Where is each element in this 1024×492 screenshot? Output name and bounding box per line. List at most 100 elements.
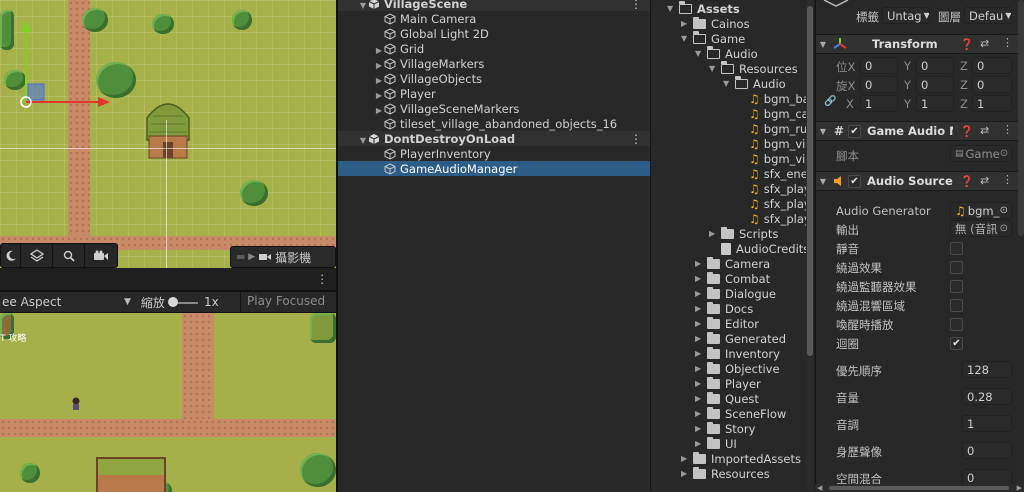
script-field[interactable]: ▤ Game ⊙ (950, 145, 1012, 162)
project-folder-item[interactable]: ▶ Story (695, 421, 755, 436)
hierarchy-row[interactable]: ▶ VillageMarkers (338, 56, 650, 71)
project-audio-item[interactable]: ♫sfx_enemy_ (737, 166, 814, 181)
project-folder-item[interactable]: ▶ Dialogue (695, 286, 776, 301)
project-folder-item[interactable]: ▶ Camera (695, 256, 770, 271)
scene-view[interactable]: ═ ▶ 攝影機 (0, 0, 336, 268)
foldout-collapsed-icon[interactable]: ▶ (695, 379, 707, 388)
project-scrollbar[interactable] (806, 0, 814, 492)
hierarchy-scene-row[interactable]: ▼ DontDestroyOnLoad ⋮ (338, 131, 650, 146)
play-focused-dropdown[interactable]: Play Focused (240, 292, 336, 312)
search-icon[interactable] (53, 243, 85, 268)
project-folder-item[interactable]: ▶ SceneFlow (695, 406, 786, 421)
audio-generator-field[interactable]: ♫ bgm_ ⊙ (950, 202, 1012, 219)
audio-source-header[interactable]: ▼ ✔ Audio Source (816, 171, 1024, 191)
moon-icon[interactable] (1, 243, 21, 268)
audio-toggle-checkbox[interactable] (950, 242, 963, 255)
project-folder-item[interactable]: ▼ Audio (723, 76, 786, 91)
layer-dropdown[interactable]: Defau ▼ (964, 7, 1012, 24)
hierarchy-row[interactable]: ▶ Grid (338, 41, 650, 56)
audio-toggle-checkbox[interactable] (950, 261, 963, 274)
project-folder-item[interactable]: ▶ Docs (695, 301, 753, 316)
position-z-field[interactable]: 0 (972, 57, 1012, 74)
project-audio-item[interactable]: ♫bgm_ruins (737, 121, 814, 136)
foldout-collapsed-icon[interactable]: ▶ (681, 454, 693, 463)
foldout-collapsed-icon[interactable]: ▶ (374, 91, 384, 100)
kebab-menu-icon[interactable]: ⋮ (1002, 173, 1013, 186)
project-audio-item[interactable]: ♫sfx_player_ (737, 196, 814, 211)
hierarchy-row[interactable]: ▶ Player (338, 86, 650, 101)
audio-toggle-checkbox[interactable] (950, 318, 963, 331)
inspector-scroll-thumb[interactable] (829, 486, 1009, 490)
foldout-expanded-icon[interactable]: ▼ (695, 49, 707, 58)
scroll-right-icon[interactable]: ▶ (1017, 484, 1022, 492)
camera-overlay-button[interactable]: ═ ▶ 攝影機 (230, 246, 336, 268)
project-scroll-thumb[interactable] (807, 6, 813, 356)
inspector-scrollbar[interactable] (1018, 0, 1024, 236)
zoom-slider-handle[interactable] (168, 297, 178, 307)
foldout-expanded-icon[interactable]: ▼ (667, 4, 679, 13)
project-folder-item[interactable]: ▶ Inventory (695, 346, 780, 361)
help-icon[interactable]: ❓ (960, 175, 974, 188)
game-audio-manager-header[interactable]: ▼ # ✔ Game Audio M (816, 121, 1024, 141)
audio-number-field[interactable]: 0 (962, 442, 1012, 459)
project-folder-item[interactable]: ▶ Resources (681, 466, 770, 481)
project-audio-item[interactable]: ♫bgm_village (737, 136, 814, 151)
foldout-expanded-icon[interactable]: ▼ (681, 34, 693, 43)
position-x-field[interactable]: 0 (860, 57, 898, 74)
foldout-collapsed-icon[interactable]: ▶ (695, 424, 707, 433)
hierarchy-row[interactable]: Global Light 2D (338, 26, 650, 41)
project-audio-item[interactable]: ♫bgm_village (737, 151, 814, 166)
foldout-collapsed-icon[interactable]: ▶ (695, 334, 707, 343)
component-enabled-checkbox[interactable]: ✔ (848, 124, 861, 138)
foldout-collapsed-icon[interactable]: ▶ (695, 394, 707, 403)
foldout-collapsed-icon[interactable]: ▶ (374, 61, 384, 70)
project-folder-item[interactable]: ▶ Generated (695, 331, 786, 346)
object-picker-icon[interactable]: ⊙ (1000, 205, 1008, 216)
project-folder-item[interactable]: ▼ Game (681, 31, 745, 46)
object-picker-icon[interactable]: ⊙ (1000, 148, 1008, 159)
audio-number-field[interactable]: 0.28 (962, 388, 1012, 405)
foldout-collapsed-icon[interactable]: ▶ (695, 364, 707, 373)
project-audio-item[interactable]: ♫sfx_player_ (737, 211, 814, 226)
kebab-menu-icon[interactable]: ⋮ (630, 132, 642, 146)
camera-icon[interactable] (85, 244, 117, 268)
foldout-expanded-icon[interactable]: ▼ (709, 64, 721, 73)
kebab-menu-icon[interactable]: ⋮ (1002, 36, 1013, 49)
hierarchy-row[interactable]: tileset_village_abandoned_objects_16 (338, 116, 650, 131)
foldout-arrow-icon[interactable]: ▼ (816, 40, 830, 49)
foldout-collapsed-icon[interactable]: ▶ (374, 46, 384, 55)
inspector-horizontal-scrollbar[interactable]: ◀ ▶ (815, 484, 1024, 492)
foldout-collapsed-icon[interactable]: ▶ (681, 19, 693, 28)
scale-x-field[interactable]: 1 (860, 95, 898, 112)
transform-header[interactable]: ▼ Transform (816, 34, 1024, 54)
project-folder-item[interactable]: ▼ Audio (695, 46, 758, 61)
kebab-menu-icon[interactable]: ⋮ (317, 272, 329, 286)
foldout-collapsed-icon[interactable]: ▶ (681, 469, 693, 478)
scale-z-field[interactable]: 1 (972, 95, 1012, 112)
rotation-z-field[interactable]: 0 (972, 76, 1012, 93)
project-folder-item[interactable]: ▶ Combat (695, 271, 770, 286)
foldout-arrow-icon[interactable]: ▼ (816, 177, 830, 186)
tag-dropdown[interactable]: Untag ▼ (882, 7, 930, 24)
audio-number-field[interactable]: 1 (962, 415, 1012, 432)
scale-y-field[interactable]: 1 (916, 95, 954, 112)
audio-toggle-checkbox[interactable] (950, 280, 963, 293)
foldout-collapsed-icon[interactable]: ▶ (695, 274, 707, 283)
project-folder-item[interactable]: ▶ UI (695, 436, 737, 451)
foldout-collapsed-icon[interactable]: ▶ (709, 229, 721, 238)
kebab-menu-icon[interactable]: ⋮ (630, 0, 642, 11)
project-folder-item[interactable]: ▼ Resources (709, 61, 798, 76)
hierarchy-row[interactable]: PlayerInventory (338, 146, 650, 161)
foldout-expanded-icon[interactable]: ▼ (723, 79, 735, 88)
aspect-dropdown[interactable]: ee Aspect (0, 295, 124, 309)
layers-icon[interactable] (21, 243, 53, 268)
foldout-collapsed-icon[interactable]: ▶ (695, 349, 707, 358)
hierarchy-scene-row[interactable]: ▼ VillageScene ⋮ (338, 0, 650, 11)
component-enabled-checkbox[interactable]: ✔ (848, 174, 861, 188)
project-audio-item[interactable]: ♫bgm_cave_ (737, 106, 814, 121)
project-audio-item[interactable]: ♫sfx_player_ (737, 181, 814, 196)
help-icon[interactable]: ❓ (960, 38, 974, 51)
project-audio-item[interactable]: ♫bgm_battle (737, 91, 814, 106)
project-folder-item[interactable]: ▶ ImportedAssets (681, 451, 801, 466)
object-picker-icon[interactable]: ⊙ (1000, 223, 1008, 234)
